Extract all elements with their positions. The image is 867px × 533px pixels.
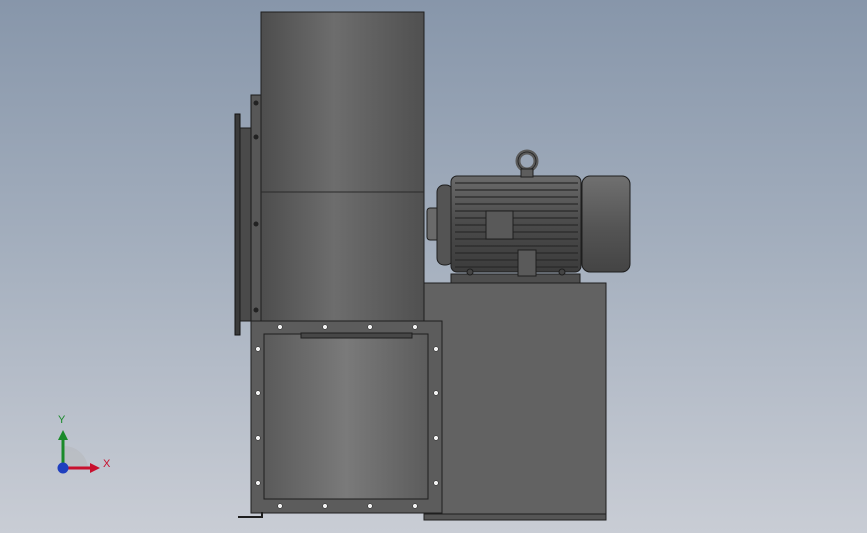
y-axis-label: Y <box>58 414 66 426</box>
x-axis-arrow-icon <box>90 463 100 473</box>
electric-motor <box>426 149 631 277</box>
x-axis-label: X <box>103 458 111 470</box>
motor-base <box>423 273 607 521</box>
fan-model[interactable] <box>0 0 867 533</box>
graphics-viewport[interactable]: Y X <box>0 0 867 533</box>
reference-triad[interactable]: Y X <box>50 412 120 482</box>
fan-housing <box>260 11 425 323</box>
outlet-flange <box>238 320 443 518</box>
z-axis-dot-icon <box>57 462 69 474</box>
y-axis-arrow-icon <box>58 430 68 440</box>
inlet-flange <box>234 94 263 336</box>
